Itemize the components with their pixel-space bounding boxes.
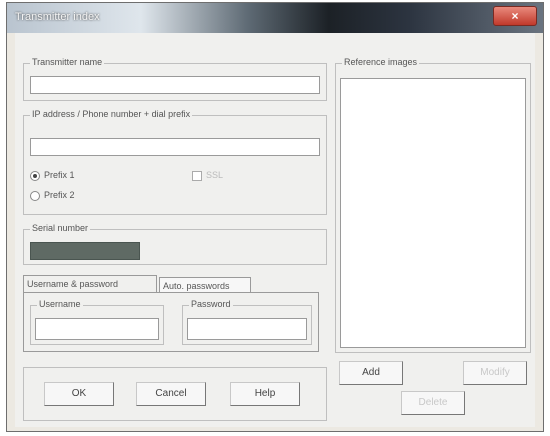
title-bar[interactable]: Transmitter index ×	[7, 3, 543, 33]
password-input[interactable]	[187, 318, 307, 340]
transmitter-index-window: Transmitter index × Transmitter name IP …	[6, 2, 544, 432]
username-input[interactable]	[35, 318, 159, 340]
cancel-button[interactable]: Cancel	[136, 382, 206, 406]
credentials-panel: Username Password	[23, 292, 319, 352]
ssl-checkbox-label: SSL	[206, 170, 224, 180]
reference-images-list[interactable]	[340, 78, 526, 348]
close-icon: ×	[511, 9, 519, 23]
tab-auto-passwords[interactable]: Auto. passwords	[159, 277, 251, 293]
prefix2-radio[interactable]: Prefix 2	[30, 190, 75, 201]
prefix1-label: Prefix 1	[44, 170, 75, 180]
username-label: Username	[37, 299, 83, 309]
close-button[interactable]: ×	[493, 6, 537, 26]
window-title: Transmitter index	[15, 11, 100, 23]
prefix2-label: Prefix 2	[44, 190, 75, 200]
ok-button[interactable]: OK	[44, 382, 114, 406]
serial-number-group: Serial number	[23, 223, 327, 265]
tab-username-password[interactable]: Username & password	[23, 275, 157, 293]
ip-address-label: IP address / Phone number + dial prefix	[30, 109, 193, 119]
transmitter-name-group: Transmitter name	[23, 57, 327, 101]
delete-button[interactable]: Delete	[401, 391, 465, 415]
radio-selected-icon	[30, 170, 40, 181]
ssl-checkbox[interactable]: SSL	[192, 170, 223, 181]
password-label: Password	[189, 299, 233, 309]
password-group: Password	[182, 299, 312, 345]
prefix1-radio[interactable]: Prefix 1	[30, 170, 75, 181]
ip-address-input[interactable]	[30, 138, 320, 156]
dialog-body: Transmitter name IP address / Phone numb…	[15, 33, 535, 427]
username-group: Username	[30, 299, 164, 345]
radio-unselected-icon	[30, 190, 40, 201]
add-button[interactable]: Add	[339, 361, 403, 385]
serial-number-label: Serial number	[30, 223, 91, 233]
checkbox-icon	[192, 170, 202, 181]
reference-images-group: Reference images	[335, 57, 531, 353]
transmitter-name-input[interactable]	[30, 76, 320, 94]
transmitter-name-label: Transmitter name	[30, 57, 105, 67]
reference-images-label: Reference images	[342, 57, 420, 67]
help-button[interactable]: Help	[230, 382, 300, 406]
modify-button[interactable]: Modify	[463, 361, 527, 385]
ip-address-group: IP address / Phone number + dial prefix …	[23, 109, 327, 215]
dialog-buttons-group: OK Cancel Help	[23, 367, 327, 421]
serial-number-field	[30, 242, 140, 260]
